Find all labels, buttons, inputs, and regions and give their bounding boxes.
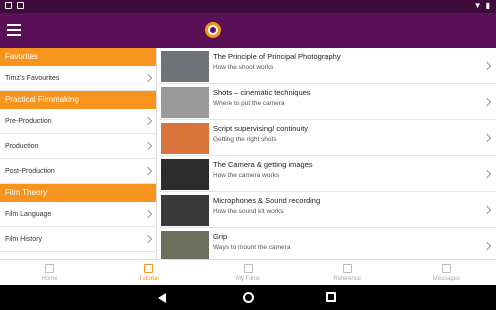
tab-my-films[interactable]: My Films — [198, 260, 297, 285]
list-item-subtitle: How the camera works — [213, 172, 280, 179]
tab-label: Messages — [432, 276, 461, 282]
sidebar: Favorites Timz's Favourites Practical Film… — [0, 48, 157, 259]
sidebar-item-label: Film Language — [5, 211, 52, 218]
list-item-subtitle: Where to put the camera — [213, 100, 285, 107]
back-icon[interactable] — [158, 293, 166, 303]
chevron-right-icon — [482, 241, 492, 251]
list-item-title: The Camera & getting images — [213, 160, 313, 169]
sidebar-item-label: Timz's Favourites — [5, 75, 60, 82]
list-item[interactable]: Microphones & Sound recording How the sou… — [159, 192, 496, 228]
sidebar-item[interactable]: Pre-Production — [0, 109, 156, 134]
chevron-right-icon — [143, 116, 153, 126]
reference-icon — [342, 264, 352, 273]
thumbnail-image — [161, 195, 209, 226]
sidebar-item[interactable]: Timz's Favourites — [0, 66, 156, 91]
battery-icon: ▮ — [485, 1, 490, 10]
thumbnail-image — [161, 159, 209, 190]
menu-icon[interactable] — [7, 24, 21, 36]
list-item[interactable]: Script supervising/ continuity Getting th… — [159, 120, 496, 156]
sidebar-item-label: Post-Production — [5, 168, 55, 175]
list-item[interactable]: Shots – cinematic techniques Where to put… — [159, 84, 496, 120]
thumbnail-image — [161, 51, 209, 82]
list-item-title: Microphones & Sound recording — [213, 196, 321, 205]
chevron-right-icon — [143, 73, 153, 83]
chevron-right-icon — [482, 133, 492, 143]
list-item[interactable]: The Principle of Principal Photography Ho… — [159, 48, 496, 84]
list-item-title: Script supervising/ continuity — [213, 124, 309, 133]
chevron-right-icon — [482, 205, 492, 215]
list-item-title: The Principle of Principal Photography — [213, 52, 341, 61]
thumbnail-image — [161, 231, 209, 259]
status-bar: ▼ ▮ — [0, 0, 496, 13]
list-item[interactable]: Grip Ways to mount the camera — [159, 228, 496, 259]
sidebar-item[interactable]: Film History — [0, 227, 156, 252]
tab-label: My Films — [236, 276, 260, 282]
tutorial-icon — [144, 264, 154, 273]
list-item-title: Grip — [213, 232, 228, 241]
tab-reference[interactable]: Reference — [298, 260, 397, 285]
list-item-subtitle: Getting the right shots — [213, 136, 277, 143]
sidebar-item-label: Pre-Production — [5, 118, 52, 125]
chevron-right-icon — [482, 61, 492, 71]
list-item-subtitle: How the shoot works — [213, 64, 274, 71]
chevron-right-icon — [482, 97, 492, 107]
app-logo-icon — [205, 22, 221, 38]
download-notification-icon — [17, 2, 24, 9]
section-header: Favorites — [0, 48, 156, 66]
chevron-right-icon — [482, 169, 492, 179]
wifi-icon: ▼ — [473, 1, 482, 10]
tab-home[interactable]: Home — [0, 260, 99, 285]
list-item-title: Shots – cinematic techniques — [213, 88, 311, 97]
lesson-list: The Principle of Principal Photography Ho… — [159, 48, 496, 259]
app-bar — [0, 13, 496, 48]
bottom-navigation: Home Tutorial My Films Reference Messages — [0, 259, 496, 285]
tab-label: Reference — [333, 276, 362, 282]
home-icon — [45, 264, 55, 273]
image-notification-icon — [5, 2, 12, 9]
sidebar-item-label: Production — [5, 143, 39, 150]
list-item[interactable]: The Camera & getting images How the camer… — [159, 156, 496, 192]
sidebar-item[interactable]: Post-Production — [0, 159, 156, 184]
tab-messages[interactable]: Messages — [397, 260, 496, 285]
sidebar-item[interactable]: Production — [0, 134, 156, 159]
tab-label: Home — [41, 276, 58, 282]
chevron-right-icon — [143, 209, 153, 219]
tab-tutorial[interactable]: Tutorial — [99, 260, 198, 285]
home-circle-icon[interactable] — [243, 292, 254, 303]
chevron-right-icon — [143, 141, 153, 151]
list-item-subtitle: Ways to mount the camera — [213, 244, 291, 251]
thumbnail-image — [161, 87, 209, 118]
tab-label: Tutorial — [138, 276, 159, 282]
system-navigation-bar — [0, 285, 496, 310]
sidebar-item-label: Film History — [5, 236, 42, 243]
mail-icon — [441, 264, 451, 273]
list-item-subtitle: How the sound kit works — [213, 208, 284, 215]
film-icon — [243, 264, 253, 273]
chevron-right-icon — [143, 166, 153, 176]
section-header: Practical Filmmaking — [0, 91, 156, 109]
sidebar-item[interactable]: Film Language — [0, 202, 156, 227]
section-header: Film Theory — [0, 184, 156, 202]
chevron-right-icon — [143, 234, 153, 244]
thumbnail-image — [161, 123, 209, 154]
recent-apps-icon[interactable] — [326, 292, 336, 302]
